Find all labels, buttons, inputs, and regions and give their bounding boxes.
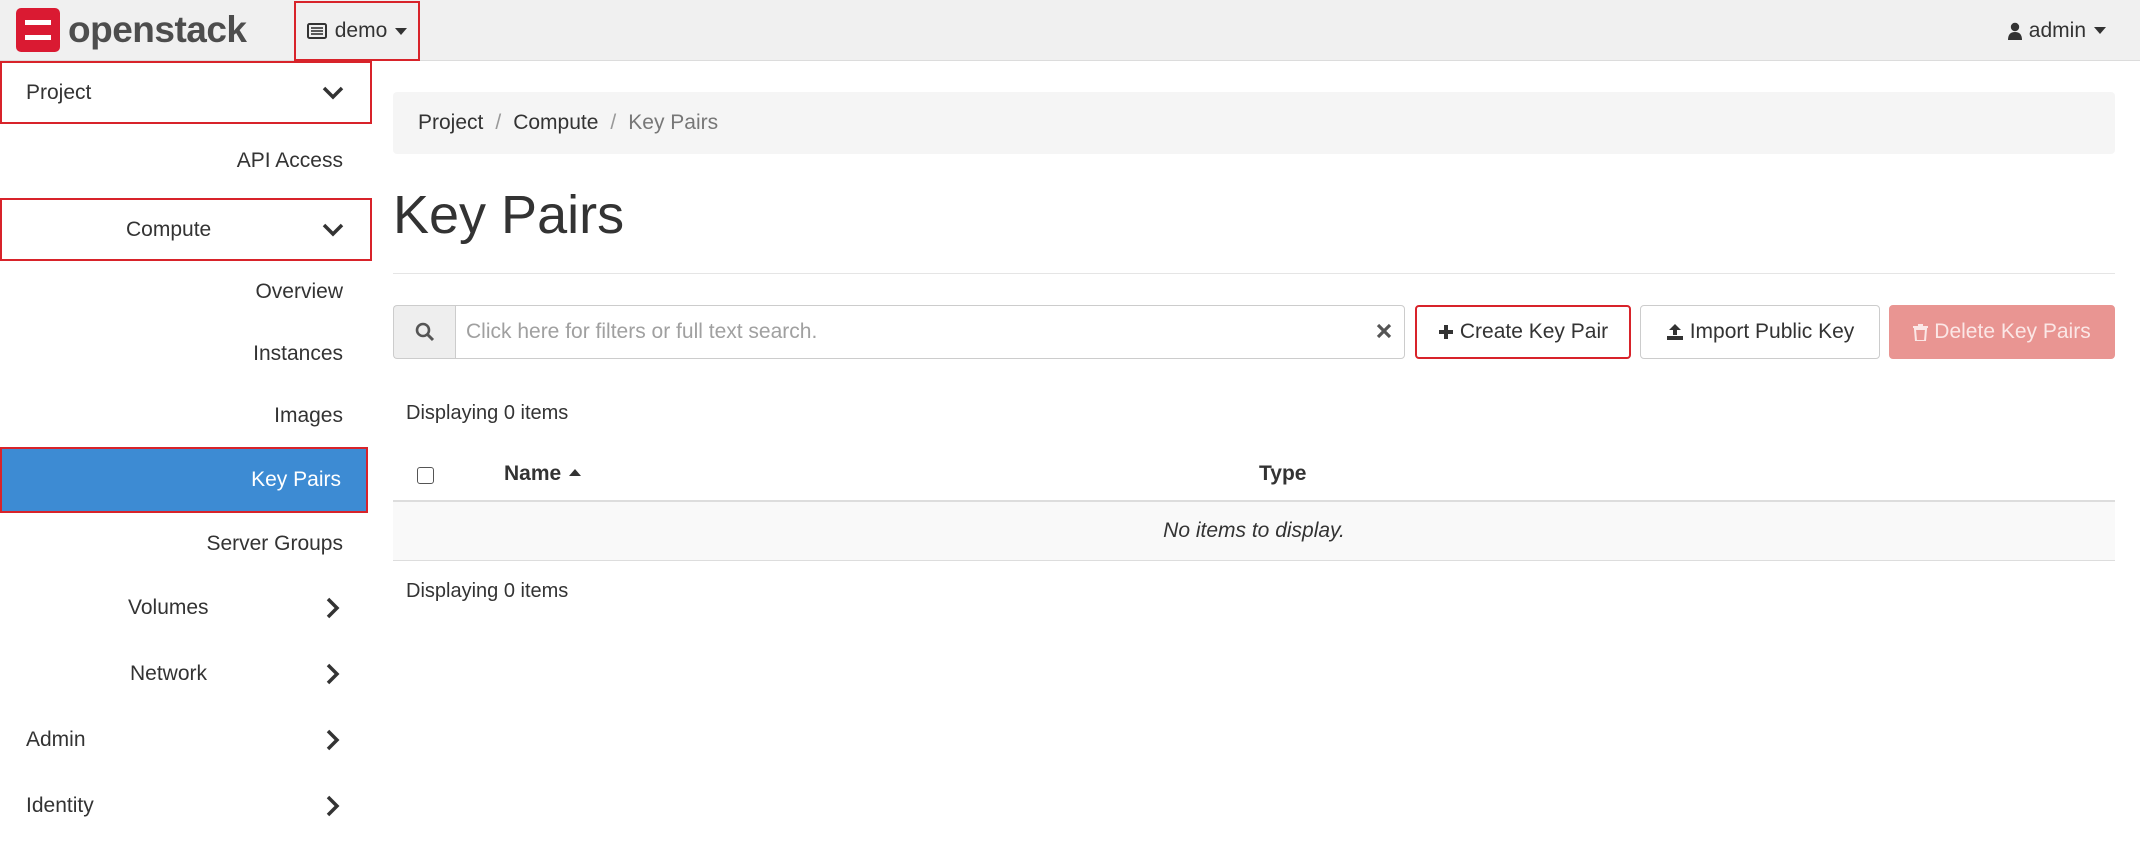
chevron-right-icon — [326, 597, 340, 619]
import-public-key-button[interactable]: Import Public Key — [1640, 305, 1880, 359]
create-key-pair-label: Create Key Pair — [1459, 320, 1609, 343]
breadcrumb-item-project[interactable]: Project — [418, 111, 483, 135]
sidebar-item-label: Server Groups — [206, 532, 343, 555]
brand-name: openstack — [68, 9, 247, 50]
sidebar-item-identity[interactable]: Identity — [0, 773, 372, 839]
column-header-type[interactable]: Type — [1259, 462, 1306, 486]
sidebar-item-label: Instances — [253, 342, 343, 365]
sidebar-item-label: Key Pairs — [251, 468, 341, 491]
top-navbar: openstack demo admin — [0, 0, 2140, 61]
openstack-logo-icon — [16, 8, 60, 52]
sidebar-item-volumes[interactable]: Volumes — [0, 575, 372, 641]
user-menu-dropdown[interactable]: admin — [2007, 0, 2106, 61]
breadcrumb: Project / Compute / Key Pairs — [393, 92, 2115, 154]
user-menu-label: admin — [2028, 18, 2086, 42]
search-bar — [393, 305, 1405, 359]
sidebar-item-label: Identity — [26, 794, 94, 817]
sidebar-item-instances[interactable]: Instances — [0, 323, 372, 385]
column-header-name-label: Name — [504, 462, 562, 485]
column-header-name[interactable]: Name — [504, 462, 582, 486]
chevron-right-icon — [326, 663, 340, 685]
sidebar-item-images[interactable]: Images — [0, 385, 372, 447]
sidebar: Project API Access Compute Overview Inst… — [0, 61, 372, 843]
breadcrumb-separator: / — [495, 111, 502, 134]
upload-icon — [1666, 323, 1684, 341]
sidebar-item-label: Compute — [126, 217, 212, 241]
sidebar-item-label: Project — [26, 80, 92, 104]
sidebar-item-label: API Access — [236, 149, 343, 172]
sidebar-item-key-pairs[interactable]: Key Pairs — [0, 447, 368, 513]
items-count-bottom: Displaying 0 items — [406, 580, 569, 602]
project-switcher-label: demo — [334, 19, 388, 42]
sort-asc-icon — [569, 469, 582, 476]
sidebar-item-label: Overview — [255, 280, 343, 303]
table-header: Name Type — [393, 455, 2115, 502]
breadcrumb-separator: / — [610, 111, 617, 134]
delete-key-pairs-label: Delete Key Pairs — [1934, 320, 2091, 343]
create-key-pair-button[interactable]: Create Key Pair — [1415, 305, 1631, 359]
breadcrumb-item-compute[interactable]: Compute — [513, 111, 598, 135]
sidebar-item-server-groups[interactable]: Server Groups — [0, 513, 372, 575]
sidebar-item-api-access[interactable]: API Access — [0, 131, 372, 191]
chevron-down-icon — [322, 86, 344, 100]
project-switcher-dropdown[interactable]: demo — [294, 1, 420, 61]
sidebar-item-label: Volumes — [128, 596, 209, 619]
breadcrumb-item-current: Key Pairs — [628, 111, 719, 134]
import-public-key-label: Import Public Key — [1689, 320, 1855, 343]
user-icon — [2007, 22, 2022, 40]
title-divider — [393, 273, 2115, 274]
delete-key-pairs-button[interactable]: Delete Key Pairs — [1889, 305, 2115, 359]
sidebar-item-compute[interactable]: Compute — [0, 198, 372, 261]
select-all-checkbox[interactable] — [417, 467, 434, 484]
chevron-down-icon — [322, 223, 344, 237]
plus-icon — [1438, 324, 1454, 340]
items-count-top: Displaying 0 items — [406, 402, 569, 424]
chevron-right-icon — [326, 795, 340, 817]
project-list-icon — [306, 23, 327, 39]
chevron-right-icon — [326, 729, 340, 751]
trash-icon — [1913, 323, 1929, 341]
search-input[interactable] — [455, 305, 1405, 359]
caret-down-icon — [2094, 27, 2106, 34]
sidebar-item-label: Images — [274, 404, 343, 427]
page-title: Key Pairs — [393, 185, 625, 245]
clear-search-icon[interactable] — [1375, 322, 1393, 340]
empty-table-row: No items to display. — [393, 502, 2115, 561]
caret-down-icon — [395, 27, 408, 35]
search-icon[interactable] — [393, 305, 455, 359]
sidebar-item-admin[interactable]: Admin — [0, 707, 372, 773]
sidebar-item-label: Network — [130, 662, 208, 685]
sidebar-item-overview[interactable]: Overview — [0, 261, 372, 323]
sidebar-item-project[interactable]: Project — [0, 61, 372, 124]
sidebar-item-label: Admin — [26, 728, 86, 751]
openstack-logo[interactable]: openstack — [16, 8, 247, 52]
sidebar-item-network[interactable]: Network — [0, 641, 372, 707]
